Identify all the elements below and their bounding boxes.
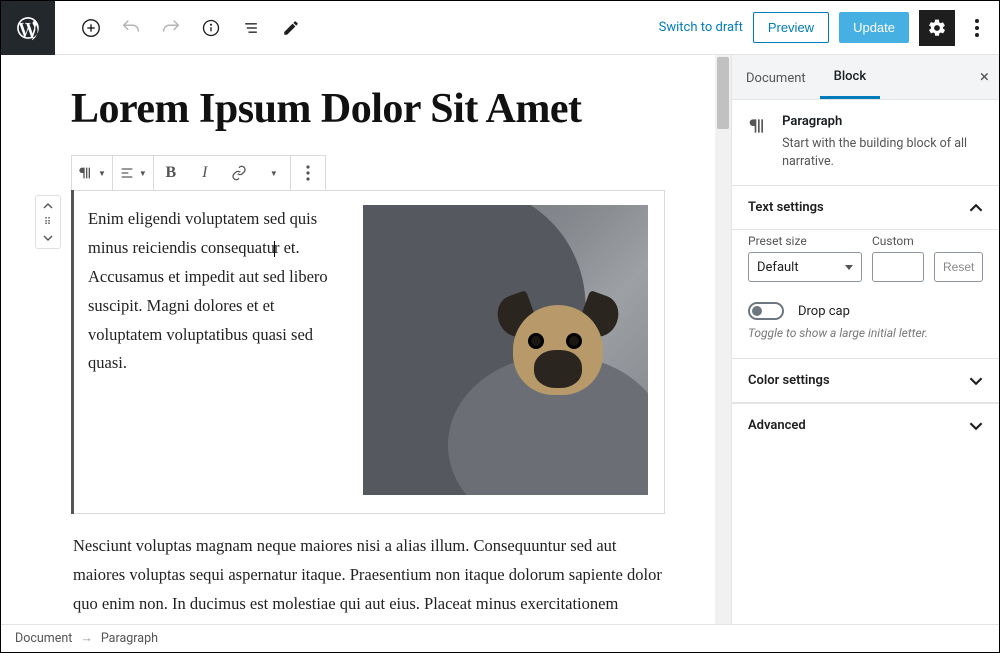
- pug-image[interactable]: [363, 205, 648, 495]
- block-desc: Start with the building block of all nar…: [782, 135, 983, 171]
- update-button[interactable]: Update: [839, 12, 909, 43]
- block-options-button[interactable]: [291, 156, 325, 190]
- custom-size-label: Custom: [872, 234, 924, 248]
- paragraph-block-2[interactable]: Nesciunt voluptas magnam neque maiores n…: [73, 532, 663, 624]
- move-down-button[interactable]: [43, 230, 53, 246]
- scroll-thumb[interactable]: [717, 57, 729, 129]
- move-up-button[interactable]: [43, 198, 53, 214]
- block-toolbar: ▼ ▼ B I ▼: [71, 155, 326, 190]
- align-button[interactable]: ▼: [113, 156, 153, 190]
- sidebar-tabs: Document Block ×: [732, 55, 999, 100]
- more-menu-button[interactable]: [965, 19, 989, 37]
- close-sidebar-button[interactable]: ×: [980, 67, 989, 87]
- undo-button[interactable]: [113, 10, 149, 46]
- add-block-button[interactable]: [73, 10, 109, 46]
- dropcap-hint: Toggle to show a large initial letter.: [748, 326, 983, 340]
- custom-size-input[interactable]: [872, 252, 924, 282]
- link-button[interactable]: [222, 156, 256, 190]
- outline-button[interactable]: [233, 10, 269, 46]
- text-settings-panel: Text settings Preset size Default Custom…: [732, 186, 999, 359]
- paragraph-block[interactable]: Enim eligendi voluptatem sed quis minus …: [71, 190, 665, 514]
- settings-button[interactable]: [919, 10, 955, 46]
- dropcap-label: Drop cap: [798, 304, 850, 319]
- redo-button[interactable]: [153, 10, 189, 46]
- italic-button[interactable]: I: [188, 156, 222, 190]
- paragraph-text[interactable]: Enim eligendi voluptatem sed quis minus …: [88, 205, 341, 495]
- wordpress-logo[interactable]: [1, 1, 55, 55]
- text-settings-toggle[interactable]: Text settings: [732, 186, 999, 230]
- block-type-button[interactable]: ▼: [72, 156, 112, 190]
- tab-document[interactable]: Document: [732, 57, 820, 98]
- info-button[interactable]: [193, 10, 229, 46]
- toolbar-right: Switch to draft Preview Update: [659, 10, 999, 46]
- top-toolbar: Switch to draft Preview Update: [1, 1, 999, 55]
- canvas-scrollbar[interactable]: [715, 55, 731, 624]
- preview-button[interactable]: Preview: [753, 12, 829, 43]
- edit-button[interactable]: [273, 10, 309, 46]
- more-formatting-button[interactable]: ▼: [256, 156, 290, 190]
- breadcrumb-paragraph[interactable]: Paragraph: [101, 631, 158, 646]
- workspace: Lorem Ipsum Dolor Sit Amet ⠿ ▼ ▼ B: [1, 55, 999, 624]
- selected-block-wrapper: ⠿ ▼ ▼ B I ▼: [71, 155, 665, 624]
- bold-button[interactable]: B: [154, 156, 188, 190]
- tab-block[interactable]: Block: [820, 55, 880, 99]
- toolbar-left: [55, 10, 309, 46]
- post-title[interactable]: Lorem Ipsum Dolor Sit Amet: [71, 85, 665, 133]
- chevron-up-icon: [969, 201, 983, 215]
- block-description: Paragraph Start with the building block …: [732, 100, 999, 186]
- editor-canvas: Lorem Ipsum Dolor Sit Amet ⠿ ▼ ▼ B: [1, 55, 731, 624]
- reset-button[interactable]: Reset: [934, 252, 983, 282]
- breadcrumb-document[interactable]: Document: [15, 631, 72, 646]
- dropcap-toggle[interactable]: [748, 302, 784, 320]
- chevron-down-icon: [969, 419, 983, 433]
- block-title: Paragraph: [782, 114, 983, 129]
- settings-sidebar: Document Block × Paragraph Start with th…: [731, 55, 999, 624]
- drag-handle[interactable]: ⠿: [44, 214, 52, 230]
- paragraph-icon: [748, 114, 768, 171]
- breadcrumb-arrow: →: [80, 631, 93, 646]
- breadcrumb-footer: Document → Paragraph: [1, 624, 999, 652]
- switch-to-draft-link[interactable]: Switch to draft: [659, 20, 743, 35]
- color-settings-toggle[interactable]: Color settings: [732, 359, 999, 403]
- chevron-down-icon: [969, 374, 983, 388]
- preset-size-label: Preset size: [748, 234, 862, 248]
- block-mover[interactable]: ⠿: [35, 195, 61, 249]
- preset-size-select[interactable]: Default: [748, 252, 862, 282]
- advanced-toggle[interactable]: Advanced: [732, 403, 999, 447]
